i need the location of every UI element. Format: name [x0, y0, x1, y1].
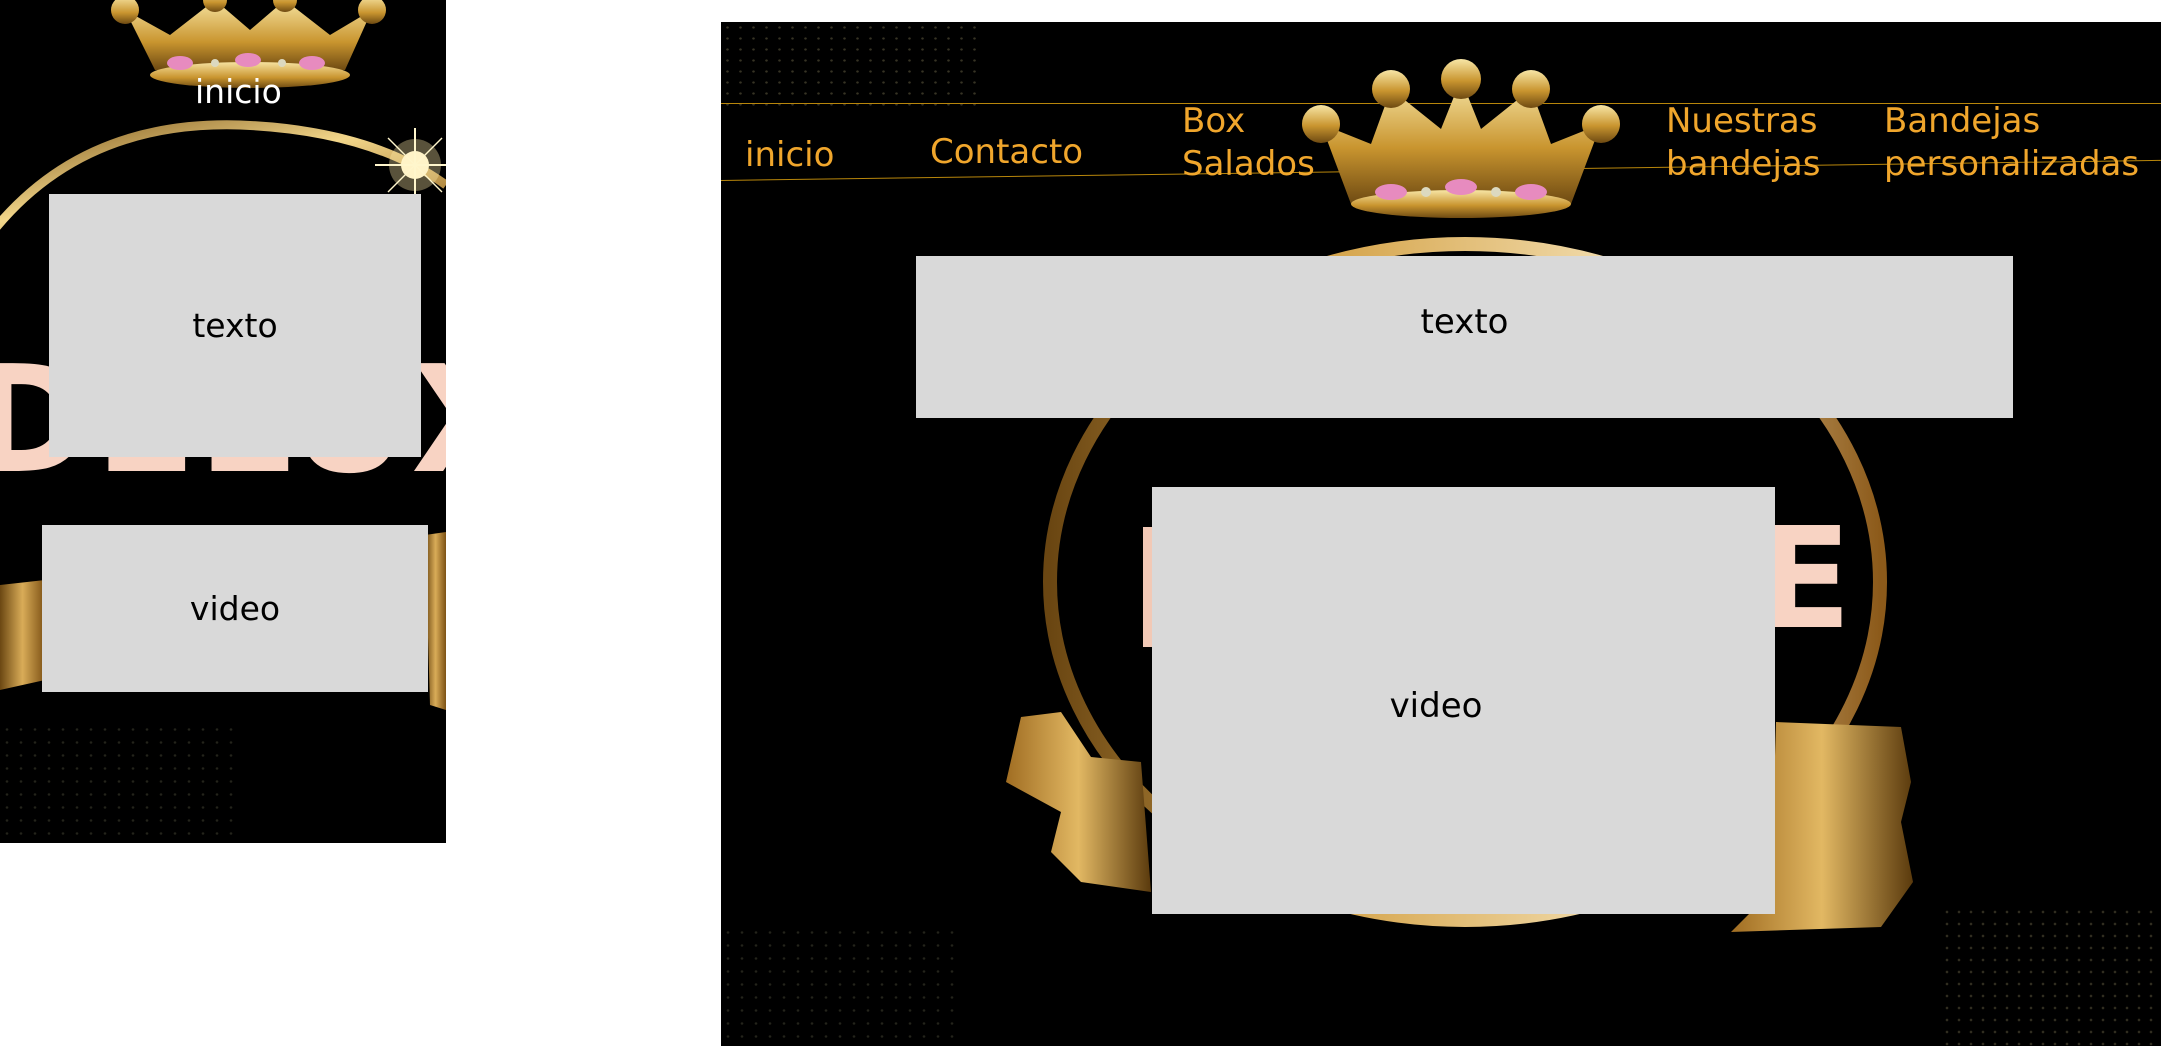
crown-logo-icon: [1302, 59, 1620, 218]
text-placeholder: texto: [49, 194, 421, 457]
text-placeholder: texto: [916, 256, 2013, 418]
text-placeholder-label: texto: [192, 306, 278, 345]
nav-link-box-salados[interactable]: Box Salados: [1182, 100, 1315, 186]
nav-link-bandejas-personalizadas[interactable]: Bandejas personalizadas: [1884, 100, 2139, 186]
nav-link-nuestras-bandejas[interactable]: Nuestras bandejas: [1666, 100, 1820, 186]
desktop-preview-frame: E inicio Contacto Box Salados Nuestras b…: [721, 22, 2161, 1046]
video-placeholder-label: video: [1389, 685, 1483, 726]
text-placeholder-label: texto: [1420, 302, 1509, 342]
video-placeholder[interactable]: video: [1152, 487, 1775, 914]
nav-link-contacto[interactable]: Contacto: [930, 131, 1083, 174]
video-placeholder-label: video: [189, 589, 281, 628]
mobile-preview-frame: inicio DELUX texto video: [0, 0, 446, 843]
nav-link-inicio[interactable]: inicio: [745, 134, 834, 177]
video-placeholder[interactable]: video: [42, 525, 428, 692]
